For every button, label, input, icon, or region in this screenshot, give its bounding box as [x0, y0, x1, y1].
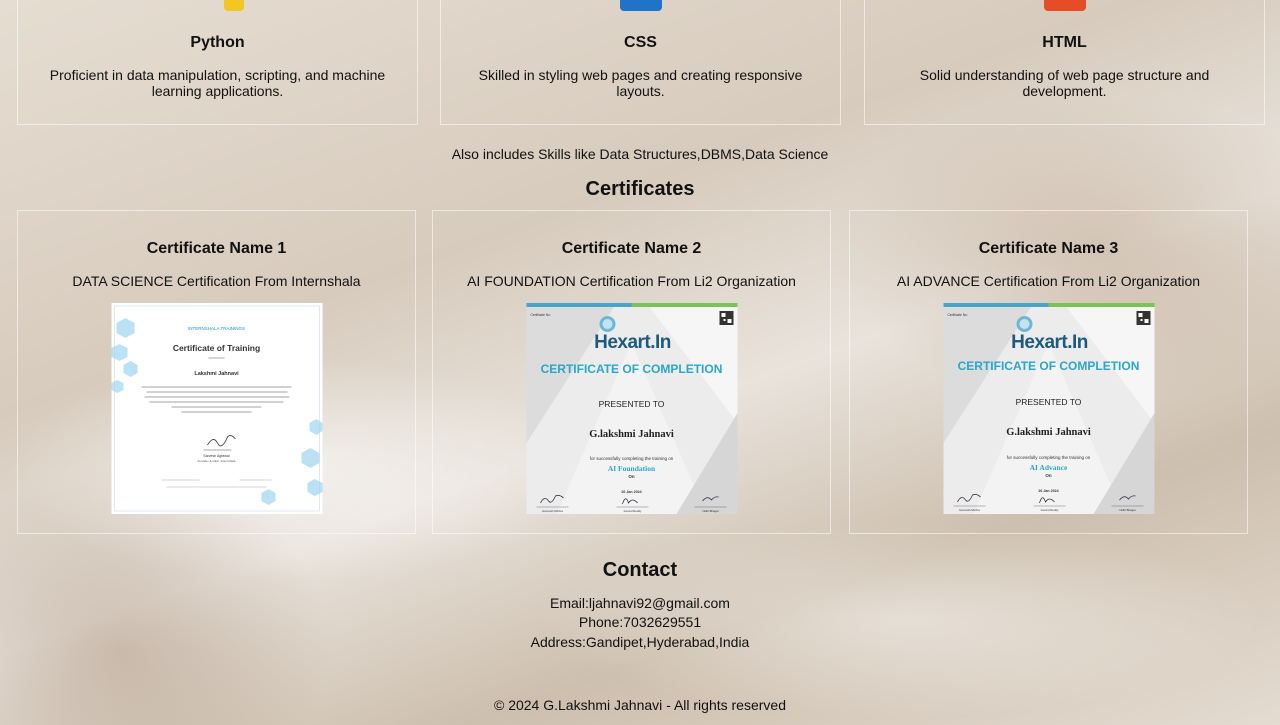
contact-address: Address:Gandipet,Hyderabad,India [530, 634, 750, 650]
footer-copyright: © 2024 G.Lakshmi Jahnavi - All rights re… [493, 697, 786, 713]
html-icon [1043, 0, 1086, 11]
contact-heading: Contact [602, 559, 678, 581]
certificate-recipient: Lakshmi Jahnavi [194, 371, 239, 377]
certificate-signatory-role: Founder & CEO, Internshala [197, 459, 235, 463]
certificate-course: AI Advance [1029, 463, 1067, 472]
certificate-name: Certificate Name 3 [978, 240, 1119, 257]
certificates-heading: Certificates [585, 178, 695, 200]
certificate-card-3: Certificate Name 3 AI ADVANCE Certificat… [849, 210, 1248, 534]
python-icon [224, 0, 244, 11]
skill-description: Proficient in data manipulation, scripti… [49, 67, 386, 99]
certificate-recipient: G.lakshmi Jahnavi [589, 429, 674, 440]
css-icon [619, 0, 662, 11]
certificate-title: Certificate of Training [172, 343, 259, 353]
certificate-description: AI ADVANCE Certification From Li2 Organi… [896, 273, 1201, 289]
certificate-image-ai-advance[interactable]: Certificate No: Hexart.In CERTIFICATE OF… [943, 303, 1154, 514]
certificate-date: 26 Jan 2024 [1038, 489, 1058, 493]
certificate-signer: Govind Reddy [623, 509, 641, 513]
certificate-on: On [628, 474, 635, 479]
certificate-signer: Hemanth Mishra [542, 509, 563, 513]
certificate-brand: Hexart.In [594, 332, 671, 353]
certificate-signatory: Sarvesh Agrawal [203, 454, 229, 458]
certificate-presented: PRESENTED TO [598, 399, 664, 409]
certificate-image-ai-foundation[interactable]: Certificate No: Hexart.In CERTIFICATE OF… [526, 303, 737, 514]
certificate-card-1: Certificate Name 1 DATA SCIENCE Certific… [17, 210, 416, 534]
also-includes-text: Also includes Skills like Data Structure… [451, 146, 829, 162]
certificate-date: 26 Jan 2024 [621, 490, 641, 494]
skill-card-css: CSS Skilled in styling web pages and cre… [440, 0, 841, 125]
skill-card-html: HTML Solid understanding of web page str… [864, 0, 1265, 125]
certificate-brand: Hexart.In [1011, 332, 1088, 353]
certificate-name: Certificate Name 2 [561, 240, 702, 257]
certificate-description: DATA SCIENCE Certification From Internsh… [72, 273, 361, 289]
certificate-course: AI Foundation [607, 464, 655, 473]
certificate-signer: Govind Reddy [1040, 508, 1058, 512]
certificate-description: AI FOUNDATION Certification From Li2 Org… [467, 273, 796, 289]
skill-title: HTML [1042, 34, 1087, 51]
certificate-recipient: G.lakshmi Jahnavi [1006, 427, 1091, 438]
certificate-on: On [1045, 473, 1052, 478]
svg-text:Certificate No:: Certificate No: [947, 313, 967, 317]
svg-text:Certificate No:: Certificate No: [530, 313, 550, 317]
contact-phone: Phone:7032629551 [578, 614, 702, 630]
certificate-name: Certificate Name 1 [146, 240, 287, 257]
skill-description: Solid understanding of web page structur… [919, 67, 1210, 99]
skill-title: Python [190, 34, 245, 51]
certificate-training-text: for successfully completing the training… [589, 456, 673, 461]
skill-description: Skilled in styling web pages and creatin… [478, 67, 803, 99]
certificate-title: CERTIFICATE OF COMPLETION [957, 359, 1139, 373]
certificate-training-text: for successfully completing the training… [1006, 455, 1090, 460]
skill-title: CSS [624, 34, 657, 51]
certificate-title: CERTIFICATE OF COMPLETION [540, 362, 722, 376]
certificate-signer: Nidhi Bhagat [1119, 508, 1135, 512]
certificate-card-2: Certificate Name 2 AI FOUNDATION Certifi… [432, 210, 831, 534]
contact-email: Email:ljahnavi92@gmail.com [550, 595, 730, 611]
certificate-signer: Hemanth Mishra [959, 508, 980, 512]
skill-card-python: Python Proficient in data manipulation, … [17, 0, 418, 125]
certificate-presented: PRESENTED TO [1015, 397, 1081, 407]
certificate-signer: Nidhi Bhagat [702, 509, 718, 513]
certificate-brand: INTERNSHALA TRAININGS [188, 326, 245, 331]
certificate-image-internshala[interactable]: INTERNSHALA TRAININGS Certificate of Tra… [111, 303, 322, 514]
